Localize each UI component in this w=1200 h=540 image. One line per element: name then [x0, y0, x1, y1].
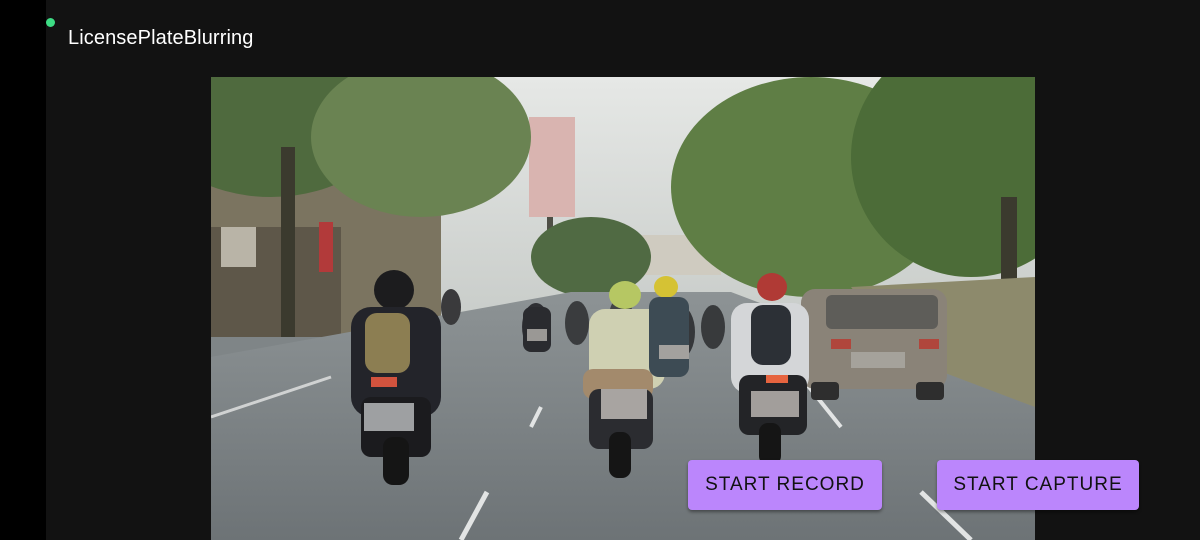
start-record-button[interactable]: START RECORD [688, 460, 882, 510]
camera-status-indicator [46, 18, 55, 27]
system-edge-bar [0, 0, 46, 540]
camera-frame-image [211, 77, 1035, 540]
blurred-plate [364, 403, 414, 431]
camera-preview [211, 77, 1035, 540]
tree-trunk [281, 147, 295, 337]
billboard [529, 117, 575, 217]
blurred-plate [601, 389, 647, 419]
app-screen: LicensePlateBlurring START RECORD START … [0, 0, 1200, 540]
blurred-plate [851, 352, 905, 368]
hanging-flag [319, 222, 333, 272]
app-title: LicensePlateBlurring [68, 27, 254, 49]
car [801, 289, 947, 400]
blurred-plate [751, 391, 799, 417]
start-capture-button[interactable]: START CAPTURE [937, 460, 1139, 510]
shop-sign [221, 227, 256, 267]
